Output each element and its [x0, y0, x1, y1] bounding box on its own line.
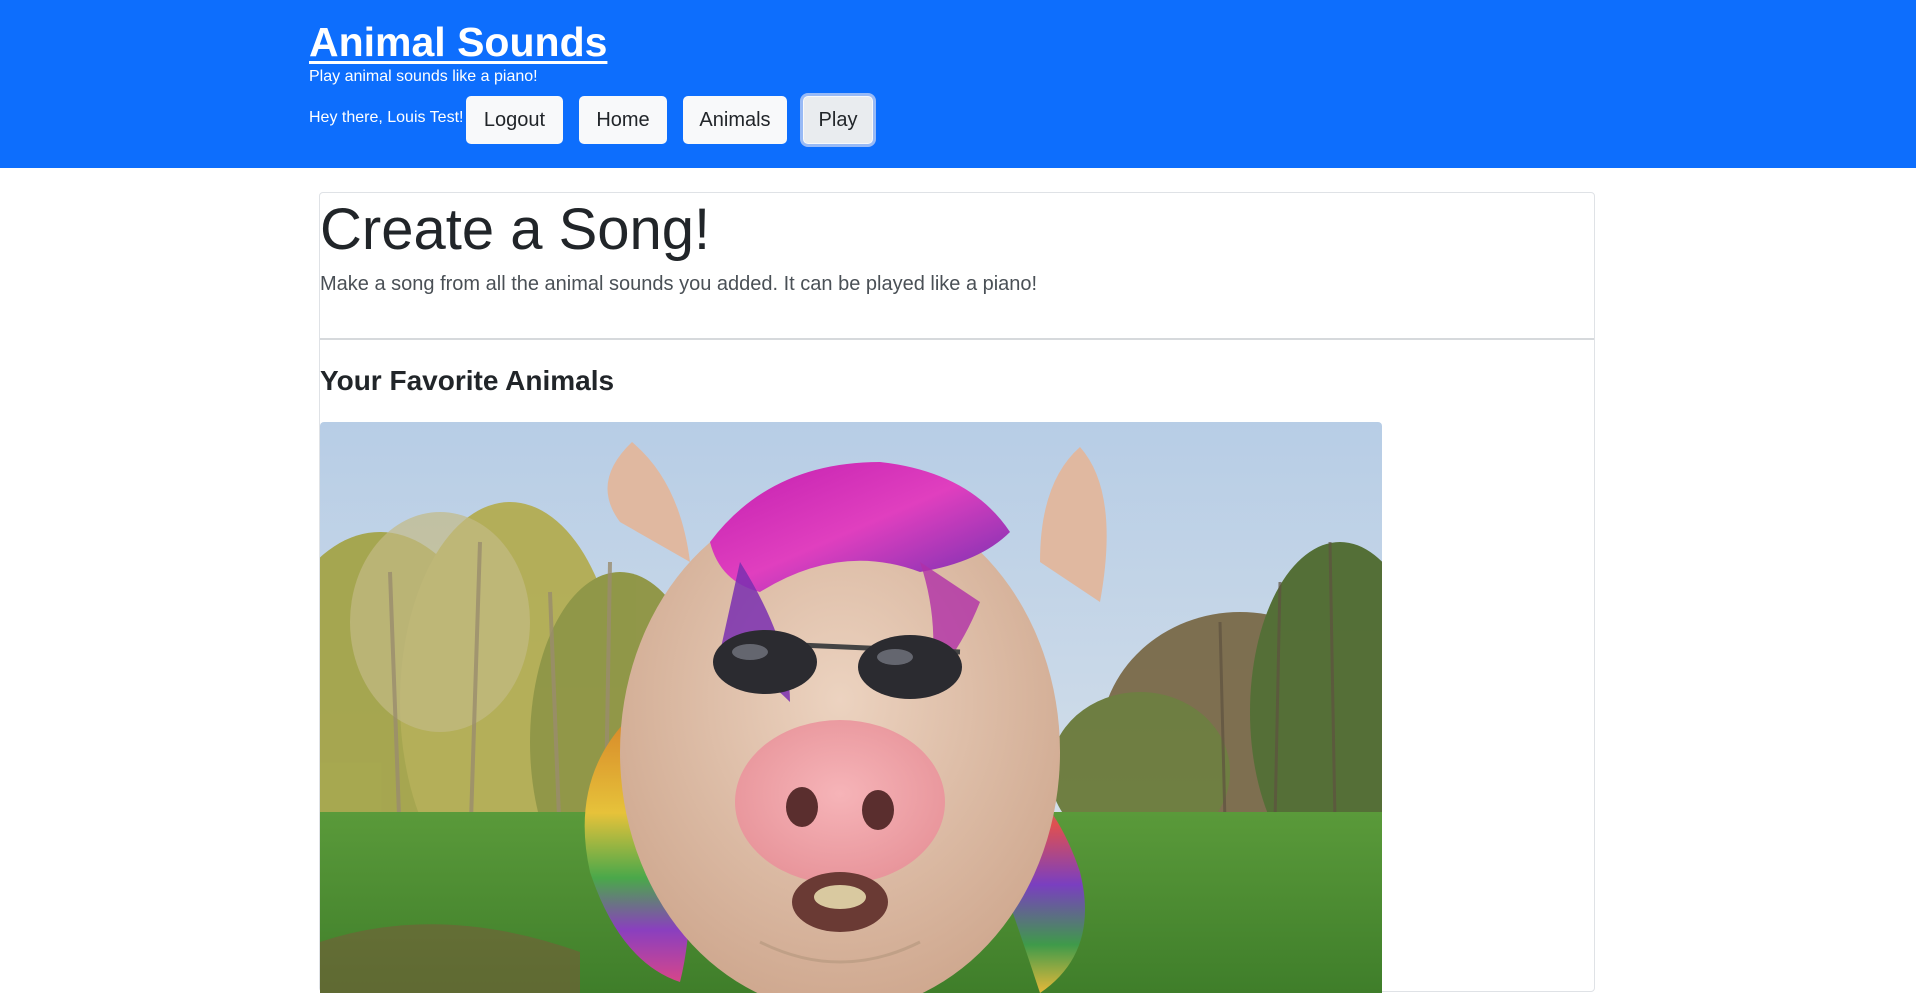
play-button[interactable]: Play: [803, 96, 873, 144]
page-lead: Make a song from all the animal sounds y…: [320, 273, 1038, 295]
page-title: Create a Song!: [320, 197, 711, 262]
favorite-animals-heading: Your Favorite Animals: [320, 365, 615, 396]
logout-button[interactable]: Logout: [466, 96, 563, 144]
brand-tagline: Play animal sounds like a piano!: [309, 68, 538, 85]
song-card: Create a Song! Make a song from all the …: [319, 192, 1595, 993]
animals-button[interactable]: Animals: [683, 96, 787, 144]
home-button[interactable]: Home: [579, 96, 667, 144]
section-divider: [320, 338, 1594, 340]
user-greeting: Hey there, Louis Test!: [309, 109, 464, 126]
app-header: Animal Sounds Play animal sounds like a …: [0, 0, 1916, 168]
favorite-animal-image[interactable]: [320, 422, 1382, 993]
brand-title-link[interactable]: Animal Sounds: [309, 16, 607, 68]
